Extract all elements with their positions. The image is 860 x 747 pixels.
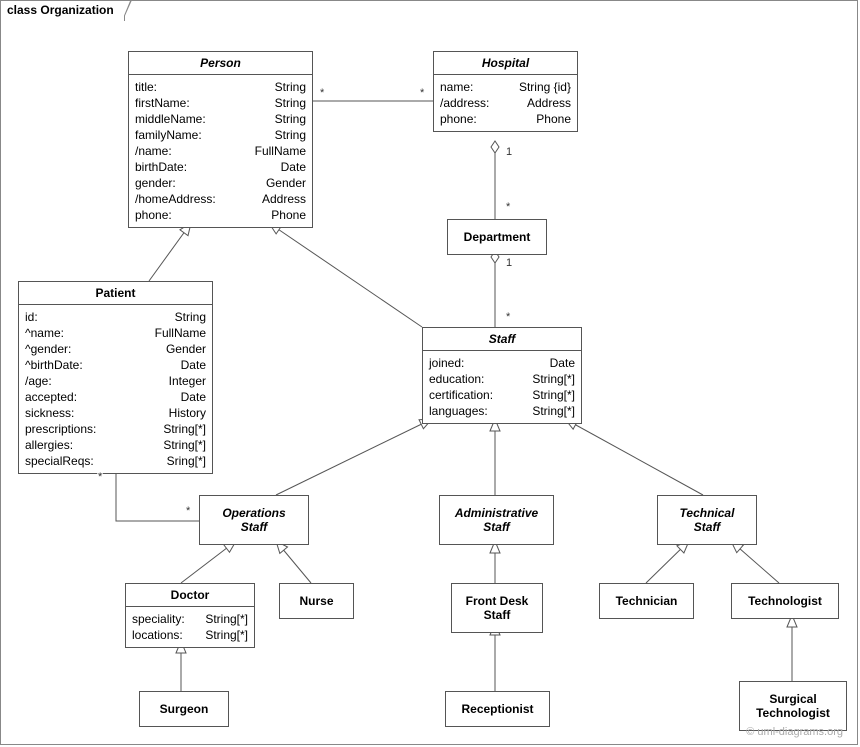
- class-surgeon: Surgeon: [139, 691, 229, 727]
- class-title: Person: [129, 52, 312, 75]
- class-title: Hospital: [434, 52, 577, 75]
- attribute-row: phone:Phone: [135, 207, 306, 223]
- class-front-desk-staff: Front Desk Staff: [451, 583, 543, 633]
- attribute-row: firstName:String: [135, 95, 306, 111]
- class-attrs: name:String {id}/address:Addressphone:Ph…: [434, 75, 577, 131]
- attribute-row: /homeAddress:Address: [135, 191, 306, 207]
- attribute-row: specialReqs:Sring[*]: [25, 453, 206, 469]
- multiplicity: 1: [505, 257, 513, 269]
- attribute-row: allergies:String[*]: [25, 437, 206, 453]
- class-title: Staff: [423, 328, 581, 351]
- class-receptionist: Receptionist: [445, 691, 550, 727]
- attribute-row: middleName:String: [135, 111, 306, 127]
- attribute-row: title:String: [135, 79, 306, 95]
- class-technician: Technician: [599, 583, 694, 619]
- attribute-row: ^birthDate:Date: [25, 357, 206, 373]
- class-department: Department: [447, 219, 547, 255]
- class-nurse: Nurse: [279, 583, 354, 619]
- multiplicity: *: [505, 311, 511, 323]
- multiplicity: *: [319, 87, 325, 99]
- class-attrs: joined:Dateeducation:String[*]certificat…: [423, 351, 581, 423]
- watermark: © uml-diagrams.org: [746, 726, 843, 738]
- attribute-row: joined:Date: [429, 355, 575, 371]
- attribute-row: accepted:Date: [25, 389, 206, 405]
- class-technical-staff: Technical Staff: [657, 495, 757, 545]
- class-attrs: speciality:String[*]locations:String[*]: [126, 607, 254, 647]
- multiplicity: *: [419, 87, 425, 99]
- class-title: Patient: [19, 282, 212, 305]
- attribute-row: locations:String[*]: [132, 627, 248, 643]
- attribute-row: familyName:String: [135, 127, 306, 143]
- attribute-row: ^name:FullName: [25, 325, 206, 341]
- class-administrative-staff: Administrative Staff: [439, 495, 554, 545]
- frame-title: class Organization: [0, 0, 125, 21]
- multiplicity: *: [185, 505, 191, 517]
- attribute-row: /address:Address: [440, 95, 571, 111]
- attribute-row: id:String: [25, 309, 206, 325]
- class-person: Person title:StringfirstName:Stringmiddl…: [128, 51, 313, 228]
- class-staff: Staff joined:Dateeducation:String[*]cert…: [422, 327, 582, 424]
- class-doctor: Doctor speciality:String[*]locations:Str…: [125, 583, 255, 648]
- attribute-row: /name:FullName: [135, 143, 306, 159]
- attribute-row: /age:Integer: [25, 373, 206, 389]
- attribute-row: ^gender:Gender: [25, 341, 206, 357]
- attribute-row: phone:Phone: [440, 111, 571, 127]
- class-surgical-technologist: Surgical Technologist: [739, 681, 847, 731]
- class-operations-staff: Operations Staff: [199, 495, 309, 545]
- attribute-row: name:String {id}: [440, 79, 571, 95]
- multiplicity: *: [505, 201, 511, 213]
- attribute-row: birthDate:Date: [135, 159, 306, 175]
- attribute-row: education:String[*]: [429, 371, 575, 387]
- class-patient: Patient id:String^name:FullName^gender:G…: [18, 281, 213, 474]
- class-attrs: id:String^name:FullName^gender:Gender^bi…: [19, 305, 212, 473]
- attribute-row: sickness:History: [25, 405, 206, 421]
- class-technologist: Technologist: [731, 583, 839, 619]
- uml-frame: class Organization: [0, 0, 858, 745]
- attribute-row: speciality:String[*]: [132, 611, 248, 627]
- class-hospital: Hospital name:String {id}/address:Addres…: [433, 51, 578, 132]
- attribute-row: gender:Gender: [135, 175, 306, 191]
- attribute-row: certification:String[*]: [429, 387, 575, 403]
- multiplicity: 1: [505, 146, 513, 158]
- attribute-row: prescriptions:String[*]: [25, 421, 206, 437]
- class-title: Doctor: [126, 584, 254, 607]
- class-attrs: title:StringfirstName:StringmiddleName:S…: [129, 75, 312, 227]
- multiplicity: *: [97, 471, 103, 483]
- attribute-row: languages:String[*]: [429, 403, 575, 419]
